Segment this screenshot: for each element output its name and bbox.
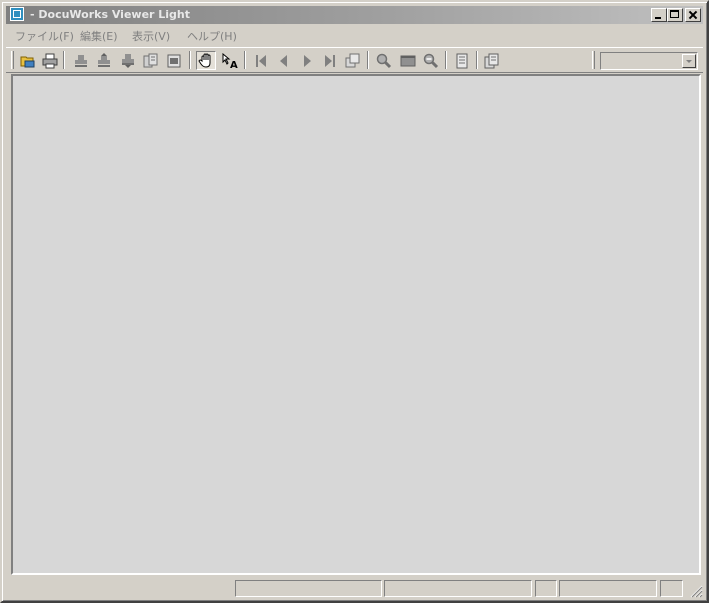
chevron-down-icon[interactable] <box>682 54 696 68</box>
text-select-button[interactable]: A <box>220 51 240 70</box>
hand-tool-button[interactable] <box>196 51 216 70</box>
stamp-down-icon <box>122 54 134 68</box>
hand-tool-icon <box>198 53 211 68</box>
toolbar-separator <box>63 51 65 69</box>
print-icon <box>42 53 58 69</box>
zoom-in-icon <box>376 53 392 69</box>
toolbar-separator <box>244 51 246 69</box>
go-to-page-button[interactable] <box>343 51 363 70</box>
multi-page-icon <box>484 53 499 69</box>
print-button[interactable] <box>40 51 60 70</box>
toolbar-grip[interactable] <box>11 51 14 69</box>
toolbar-separator <box>189 51 191 69</box>
status-panel-3 <box>535 580 557 597</box>
copy-pages-button[interactable] <box>141 51 161 70</box>
status-panel-message <box>6 580 232 597</box>
menu-help[interactable]: ヘルプ(H) <box>187 28 237 44</box>
status-panel-4 <box>559 580 657 597</box>
last-page-button[interactable] <box>320 51 340 70</box>
open-file-icon <box>20 56 35 68</box>
first-page-icon <box>256 55 266 67</box>
toolbar-separator <box>476 51 478 69</box>
menu-view[interactable]: 表示(V) <box>132 28 170 44</box>
stamp-icon <box>75 55 87 67</box>
resize-grip-icon[interactable] <box>689 584 703 598</box>
stamp-down-button[interactable] <box>118 51 138 70</box>
zoom-in-button[interactable] <box>374 51 394 70</box>
page-image-icon <box>167 54 181 68</box>
window-title: - DocuWorks Viewer Light <box>30 8 191 21</box>
previous-page-icon <box>280 55 287 67</box>
maximize-button[interactable] <box>667 8 683 22</box>
stamp-button[interactable] <box>71 51 91 70</box>
stamp-up-button[interactable] <box>94 51 114 70</box>
menu-bar: ファイル(F) 編集(E) 表示(V) ヘルプ(H) <box>6 26 703 44</box>
zoom-combo[interactable] <box>600 52 698 70</box>
open-file-button[interactable] <box>18 51 38 70</box>
title-bar[interactable]: - DocuWorks Viewer Light <box>6 6 703 24</box>
status-bar <box>6 578 703 598</box>
zoom-out-button[interactable] <box>421 51 441 70</box>
first-page-button[interactable] <box>251 51 271 70</box>
next-page-icon <box>304 55 311 67</box>
toolbar: A <box>6 47 703 73</box>
document-view-area[interactable] <box>11 74 701 575</box>
svg-text:A: A <box>230 60 238 69</box>
status-panel-1 <box>235 580 382 597</box>
go-to-page-icon <box>345 53 360 68</box>
zoom-out-icon <box>423 53 439 69</box>
docuworks-app-icon[interactable] <box>10 7 24 21</box>
single-page-button[interactable] <box>452 51 472 70</box>
close-button[interactable] <box>685 8 701 22</box>
menu-edit[interactable]: 編集(E) <box>80 28 118 44</box>
last-page-icon <box>325 55 335 67</box>
copy-pages-icon <box>143 53 158 68</box>
single-page-icon <box>456 53 468 69</box>
fit-page-icon <box>400 55 416 67</box>
status-panel-2 <box>384 580 532 597</box>
main-window: - DocuWorks Viewer Light ファイル(F) 編集(E) 表… <box>0 0 709 603</box>
page-image-button[interactable] <box>164 51 184 70</box>
next-page-button[interactable] <box>297 51 317 70</box>
toolbar-grip[interactable] <box>592 51 595 69</box>
minimize-button[interactable] <box>651 8 667 22</box>
menu-file[interactable]: ファイル(F) <box>15 28 74 44</box>
previous-page-button[interactable] <box>274 51 294 70</box>
status-panel-5 <box>660 580 683 597</box>
text-select-icon: A <box>222 53 238 69</box>
toolbar-separator <box>367 51 369 69</box>
multi-page-button[interactable] <box>482 51 502 70</box>
toolbar-separator <box>445 51 447 69</box>
fit-page-button[interactable] <box>398 51 418 70</box>
stamp-up-icon <box>98 53 110 67</box>
